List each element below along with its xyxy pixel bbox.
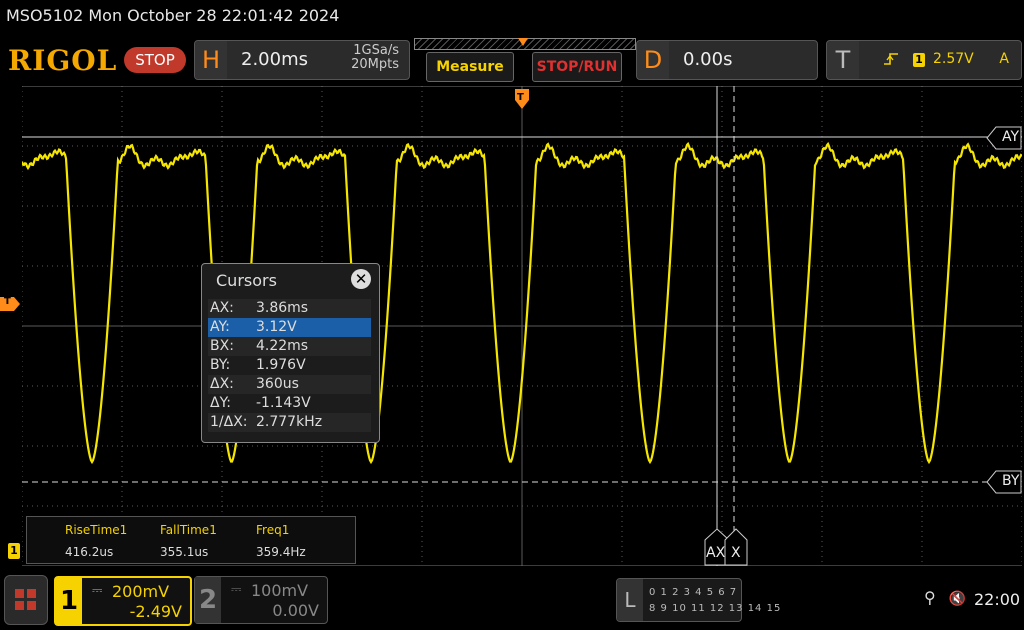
cursor-readout-list: AX: 3.86ms AY: 3.12V BX: 4.22ms BY: 1.976V ΔX: 36…: [208, 299, 371, 432]
sample-info: 1GSa/s 20Mpts: [351, 44, 399, 72]
cursor-bx-text: X: [731, 545, 741, 561]
logic-row-low: 0 1 2 3 4 5 6 7: [649, 587, 738, 598]
usb-icon[interactable]: ⚲: [924, 588, 936, 607]
cursor-readout-key: ΔX:: [210, 376, 234, 392]
measure-value: 359.4Hz: [256, 545, 306, 559]
timebase-value: 2.00ms: [241, 49, 308, 70]
main-menu-button[interactable]: [4, 575, 48, 625]
memory-depth: 20Mpts: [351, 57, 399, 72]
cursor-ax-text: AX: [706, 545, 726, 561]
close-icon[interactable]: ✕: [351, 269, 371, 289]
rising-edge-icon: [883, 51, 899, 71]
speaker-muted-icon[interactable]: 🔇: [949, 591, 966, 607]
cursor-readout-key: ΔY:: [210, 395, 231, 411]
trigger-position-marker: T: [514, 88, 530, 110]
trigger-level-label: T: [4, 296, 11, 307]
channel-1-number: 1: [56, 578, 82, 624]
device-datetime: MSO5102 Mon October 28 22:01:42 2024: [6, 6, 340, 25]
logic-row-high: 8 9 10 11 12 13 14 15: [649, 603, 782, 614]
cursor-readout-value: 3.12V: [256, 319, 297, 335]
waveform-display[interactable]: [22, 86, 1022, 566]
channel-1-offset: -2.49V: [129, 602, 182, 621]
delay-value: 0.00s: [683, 49, 733, 70]
run-state-badge[interactable]: STOP: [124, 47, 186, 73]
cursor-readout-key: AY:: [210, 319, 230, 335]
cursor-readout-row[interactable]: BX: 4.22ms: [208, 337, 371, 356]
trigger-level-marker: T: [0, 296, 20, 311]
trigger-tag: T: [827, 41, 859, 79]
stop-run-button[interactable]: STOP/RUN: [532, 52, 622, 82]
cursors-panel-title: Cursors: [216, 271, 277, 290]
channel-2-number: 2: [195, 577, 221, 623]
dc-coupling-icon: ⎓: [92, 583, 103, 598]
logic-tag: L: [617, 579, 643, 621]
measure-label: Freq1: [256, 523, 290, 537]
trigger-mode: A: [999, 51, 1009, 67]
trigger-position-icon: [518, 38, 528, 46]
rigol-logo: RIGOL: [8, 44, 118, 77]
cursor-readout-value: 3.86ms: [256, 300, 309, 316]
channel-1-box[interactable]: 1 ⎓ 200mV -2.49V: [54, 576, 192, 626]
cursors-panel: Cursors ✕ AX: 3.86ms AY: 3.12V BX: 4.22ms BY: 1…: [201, 263, 380, 443]
horizontal-timebase-box[interactable]: H 2.00ms 1GSa/s 20Mpts: [194, 40, 410, 80]
trigger-box[interactable]: T 1 2.57V A: [826, 40, 1022, 80]
channel-2-offset: 0.00V: [272, 601, 319, 620]
cursor-readout-row[interactable]: ΔY: -1.143V: [208, 394, 371, 413]
cursor-readout-key: AX:: [210, 300, 234, 316]
cursor-readout-row[interactable]: 1/ΔX: 2.777kHz: [208, 413, 371, 432]
logic-channels-box[interactable]: L 0 1 2 3 4 5 6 7 8 9 10 11 12 13 14 15: [616, 578, 780, 622]
measure-value: 355.1us: [160, 545, 209, 559]
channel-2-vdiv: 100mV: [251, 581, 309, 600]
measure-label: RiseTime1: [65, 523, 128, 537]
cursor-readout-key: BX:: [210, 338, 234, 354]
cursor-readout-value: 360us: [256, 376, 299, 392]
sample-rate: 1GSa/s: [353, 43, 399, 58]
system-icons: ⚲ 🔇: [924, 588, 966, 607]
cursor-readout-row[interactable]: BY: 1.976V: [208, 356, 371, 375]
cursor-readout-value: 2.777kHz: [256, 414, 323, 430]
measure-label: FallTime1: [160, 523, 217, 537]
dc-coupling-icon: ⎓: [231, 582, 242, 597]
cursor-readout-key: 1/ΔX:: [210, 414, 248, 430]
trigger-level: 2.57V: [933, 51, 974, 67]
status-topline: MSO5102 Mon October 28 22:01:42 2024: [0, 0, 1024, 36]
system-clock: 22:00: [974, 590, 1021, 609]
horizontal-tag: H: [195, 41, 227, 79]
channel-2-box[interactable]: 2 ⎓ 100mV 0.00V: [194, 576, 328, 624]
measure-value: 416.2us: [65, 545, 114, 559]
cursor-bx-label[interactable]: X: [724, 528, 748, 566]
cursor-by-text: BY: [1002, 473, 1020, 489]
cursor-ay-text: AY: [1002, 129, 1020, 145]
cursor-readout-value: 1.976V: [256, 357, 306, 373]
delay-tag: D: [637, 41, 669, 79]
cursor-readout-row[interactable]: AY: 3.12V: [208, 318, 371, 337]
trigger-marker-label: T: [517, 92, 524, 103]
cursor-readout-value: -1.143V: [256, 395, 311, 411]
cursor-ay-label[interactable]: AY: [986, 126, 1022, 150]
cursor-readout-row[interactable]: AX: 3.86ms: [208, 299, 371, 318]
delay-box[interactable]: D 0.00s: [636, 40, 818, 80]
measure-button[interactable]: Measure: [426, 52, 514, 82]
cursor-readout-value: 4.22ms: [256, 338, 309, 354]
cursor-readout-key: BY:: [210, 357, 231, 373]
measurement-panel[interactable]: RiseTime1 416.2us FallTime1 355.1us Freq…: [26, 516, 356, 564]
cursor-by-label[interactable]: BY: [986, 470, 1022, 494]
cursor-readout-row[interactable]: ΔX: 360us: [208, 375, 371, 394]
channel-1-vdiv: 200mV: [112, 582, 170, 601]
trigger-source-badge: 1: [913, 53, 925, 67]
measure-channel-badge: 1: [8, 543, 20, 559]
